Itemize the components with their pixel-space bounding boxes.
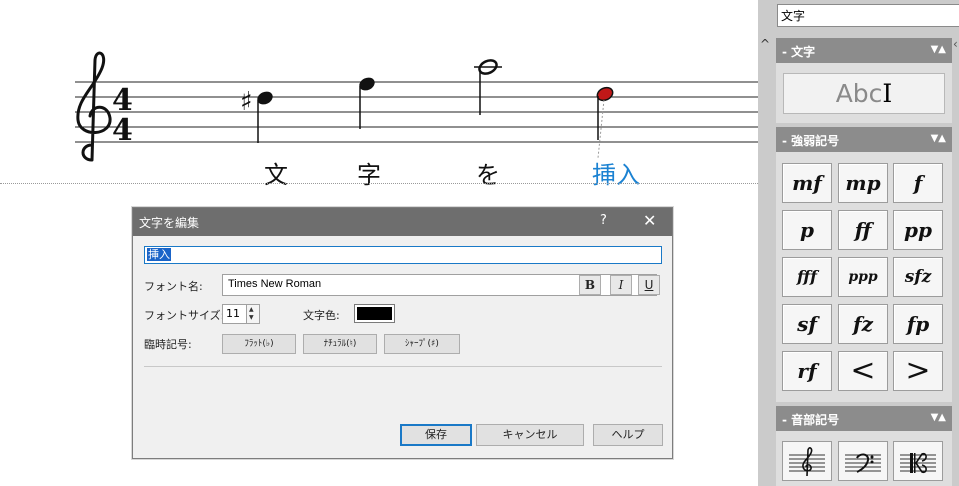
font-size-label: フォントサイズ: — [144, 309, 225, 322]
lyric-4-selected[interactable]: 挿入 — [592, 155, 640, 190]
sharp-button[interactable]: ｼｬｰﾌﾟ(♯) — [384, 334, 460, 354]
clef-section-header[interactable]: - 音部記号 ▼▲ — [776, 406, 952, 431]
text-section: AbcI — [776, 63, 952, 123]
dynamic-fp[interactable]: fp — [893, 304, 943, 344]
spin-up-icon[interactable]: ▲ — [249, 306, 254, 313]
dynamic-rf[interactable]: rf — [782, 351, 832, 391]
font-name-value: Times New Roman — [228, 278, 322, 290]
dynamic-sfz[interactable]: sfz — [893, 257, 943, 297]
dynamic-mf[interactable]: mf — [782, 163, 832, 203]
dynamic-ff[interactable]: ff — [838, 210, 888, 250]
lyric-2[interactable]: 字 — [357, 155, 381, 190]
accidental-label: 臨時記号: — [144, 338, 192, 351]
collapse-arrows-icon[interactable]: ▼▲ — [931, 133, 946, 144]
system-divider — [0, 183, 760, 184]
treble-clef-icon — [789, 447, 825, 477]
dynamic-fff[interactable]: fff — [782, 257, 832, 297]
text-input[interactable]: 挿入 — [144, 246, 662, 264]
help-icon[interactable]: ? — [600, 213, 607, 228]
bass-clef-button[interactable] — [838, 441, 888, 481]
clef-section-title: - 音部記号 — [782, 413, 840, 427]
text-section-title: - 文字 — [782, 45, 816, 59]
text-cursor-icon: I — [882, 79, 893, 108]
dialog-titlebar[interactable]: 文字を編集 ? ✕ — [133, 208, 672, 236]
note-1[interactable] — [255, 89, 275, 143]
note-2[interactable] — [357, 75, 377, 129]
decrescendo-button[interactable]: > — [893, 351, 943, 391]
dialog-separator — [144, 366, 662, 367]
scroll-left-icon[interactable]: ‹ — [953, 37, 958, 51]
insert-text-button[interactable]: AbcI — [783, 73, 945, 114]
save-button[interactable]: 保存 — [400, 424, 472, 446]
dynamics-section: mf mp f p ff pp fff ppp sfz sf fz fp rf … — [776, 152, 952, 402]
collapse-arrows-icon[interactable]: ▼▲ — [931, 412, 946, 423]
dynamic-sf[interactable]: sf — [782, 304, 832, 344]
time-sig-bottom: 4 — [112, 113, 133, 148]
dynamic-f[interactable]: f — [893, 163, 943, 203]
alto-clef-button[interactable] — [893, 441, 943, 481]
natural-button[interactable]: ﾅﾁｭﾗﾙ(♮) — [303, 334, 377, 354]
crescendo-button[interactable]: < — [838, 351, 888, 391]
font-size-value: 11 — [226, 307, 240, 320]
italic-button[interactable]: I — [610, 275, 632, 295]
staff-lines — [75, 81, 760, 143]
treble-clef-button[interactable] — [782, 441, 832, 481]
dynamic-fz[interactable]: fz — [838, 304, 888, 344]
dynamic-p[interactable]: p — [782, 210, 832, 250]
font-size-spinner[interactable]: ▲ ▼ — [246, 305, 259, 323]
note-4-selected[interactable] — [595, 85, 615, 159]
sharp-accidental: ♯ — [240, 87, 253, 117]
scroll-up-icon[interactable]: ^ — [760, 37, 770, 51]
lyric-3[interactable]: を — [476, 155, 500, 190]
font-size-stepper[interactable]: 11 ▲ ▼ — [222, 304, 260, 324]
dynamic-mp[interactable]: mp — [838, 163, 888, 203]
help-button[interactable]: ヘルプ — [593, 424, 663, 446]
collapse-arrows-icon[interactable]: ▼▲ — [931, 44, 946, 55]
alto-clef-icon — [900, 452, 936, 474]
abc-label: Abc — [835, 79, 883, 108]
flat-button[interactable]: ﾌﾗｯﾄ(♭) — [222, 334, 296, 354]
spin-down-icon[interactable]: ▼ — [249, 314, 254, 321]
treble-clef-icon — [76, 51, 112, 162]
dynamics-section-title: - 強弱記号 — [782, 134, 840, 148]
dialog-title: 文字を編集 — [139, 216, 200, 230]
font-name-label: フォント名: — [144, 280, 203, 293]
dynamic-pp[interactable]: pp — [893, 210, 943, 250]
palette-category-select[interactable]: 文字 — [777, 4, 959, 27]
score-area[interactable]: 4 4 ♯ 文 字 を 挿入 — [0, 0, 760, 200]
bold-button[interactable]: B — [579, 275, 601, 295]
text-color-swatch[interactable] — [354, 304, 395, 323]
dynamic-ppp[interactable]: ppp — [838, 257, 888, 297]
symbol-palette: 文字 ^ ‹ - 文字 ▼▲ AbcI - 強弱記号 ▼▲ mf mp f p … — [758, 0, 959, 486]
text-color-fill — [357, 307, 392, 320]
text-color-label: 文字色: — [303, 309, 340, 322]
cancel-button[interactable]: キャンセル — [476, 424, 584, 446]
edit-text-dialog: 文字を編集 ? ✕ 挿入 フォント名: Times New Roman ⌵ B … — [132, 207, 673, 459]
lyric-1[interactable]: 文 — [264, 155, 288, 190]
bass-clef-icon — [845, 453, 881, 473]
note-3[interactable] — [474, 58, 502, 115]
text-section-header[interactable]: - 文字 ▼▲ — [776, 38, 952, 63]
text-input-value: 挿入 — [147, 248, 171, 261]
dynamics-section-header[interactable]: - 強弱記号 ▼▲ — [776, 127, 952, 152]
palette-category-value: 文字 — [781, 9, 806, 23]
underline-button[interactable]: U — [638, 275, 660, 295]
clef-section — [776, 431, 952, 486]
close-icon[interactable]: ✕ — [643, 211, 656, 230]
